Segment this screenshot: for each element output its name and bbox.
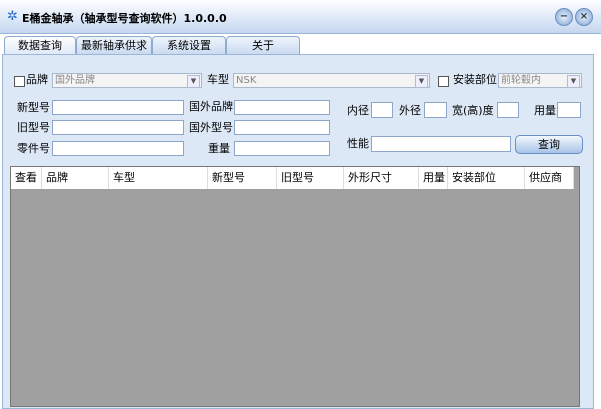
new-model-input[interactable] (52, 100, 184, 115)
performance-label: 性能 (347, 137, 369, 150)
foreign-model-label: 国外型号 (189, 121, 233, 134)
column-header[interactable]: 外形尺寸 (344, 167, 419, 189)
brand-label: 品牌 (26, 73, 48, 86)
brand-value: 国外品牌 (55, 75, 95, 86)
outer-diameter-input[interactable] (424, 102, 447, 118)
query-button[interactable]: 查询 (515, 135, 583, 154)
app-logo-icon: ✲ (7, 9, 18, 24)
column-header[interactable]: 安装部位 (448, 167, 525, 189)
position-value: 前轮毂内 (501, 75, 541, 86)
outer-diameter-label: 外径 (399, 104, 421, 117)
tab-settings[interactable]: 系统设置 (152, 36, 226, 55)
column-header[interactable]: 车型 (109, 167, 208, 189)
minimize-button[interactable]: − (555, 8, 573, 26)
new-model-label: 新型号 (17, 101, 50, 114)
tab-latest-supply[interactable]: 最新轴承供求 (76, 36, 152, 55)
car-select[interactable]: NSK ▼ (233, 73, 430, 88)
width-label: 宽(高)度 (452, 104, 494, 117)
tab-data-query[interactable]: 数据查询 (4, 36, 76, 55)
chevron-down-icon: ▼ (187, 75, 200, 88)
width-input[interactable] (497, 102, 519, 118)
part-no-label: 零件号 (17, 142, 50, 155)
column-header[interactable]: 品牌 (42, 167, 109, 189)
position-select[interactable]: 前轮毂内 ▼ (498, 73, 582, 88)
inner-diameter-label: 内径 (347, 104, 369, 117)
quantity-input[interactable] (557, 102, 581, 118)
results-grid[interactable]: 查看 品牌 车型 新型号 旧型号 外形尺寸 用量 安装部位 供应商 (10, 166, 580, 407)
tab-about[interactable]: 关于 (226, 36, 300, 55)
position-checkbox[interactable] (438, 76, 449, 87)
car-label: 车型 (207, 73, 229, 86)
performance-input[interactable] (371, 136, 511, 152)
foreign-brand-input[interactable] (234, 100, 330, 115)
inner-diameter-input[interactable] (371, 102, 393, 118)
foreign-brand-label: 国外品牌 (189, 100, 233, 113)
column-header[interactable]: 查看 (11, 167, 42, 189)
window-title: E桶金轴承（轴承型号查询软件）1.0.0.0 (22, 12, 227, 25)
column-header[interactable]: 用量 (419, 167, 448, 189)
title-bar: ✲ E桶金轴承（轴承型号查询软件）1.0.0.0 − × (0, 0, 601, 34)
car-value: NSK (236, 75, 257, 86)
position-label: 安装部位 (453, 73, 497, 86)
old-model-label: 旧型号 (17, 121, 50, 134)
quantity-label: 用量 (534, 104, 556, 117)
column-header[interactable]: 供应商 (525, 167, 574, 189)
chevron-down-icon: ▼ (567, 75, 580, 88)
weight-label: 重量 (208, 142, 230, 155)
foreign-model-input[interactable] (234, 120, 330, 135)
column-header[interactable]: 旧型号 (277, 167, 344, 189)
brand-checkbox[interactable] (14, 76, 25, 87)
weight-input[interactable] (234, 141, 330, 156)
chevron-down-icon: ▼ (415, 75, 428, 88)
part-no-input[interactable] (52, 141, 184, 156)
grid-header: 查看 品牌 车型 新型号 旧型号 外形尺寸 用量 安装部位 供应商 (11, 167, 574, 189)
column-header[interactable]: 新型号 (208, 167, 277, 189)
close-button[interactable]: × (575, 8, 593, 26)
old-model-input[interactable] (52, 120, 184, 135)
brand-select[interactable]: 国外品牌 ▼ (52, 73, 202, 88)
